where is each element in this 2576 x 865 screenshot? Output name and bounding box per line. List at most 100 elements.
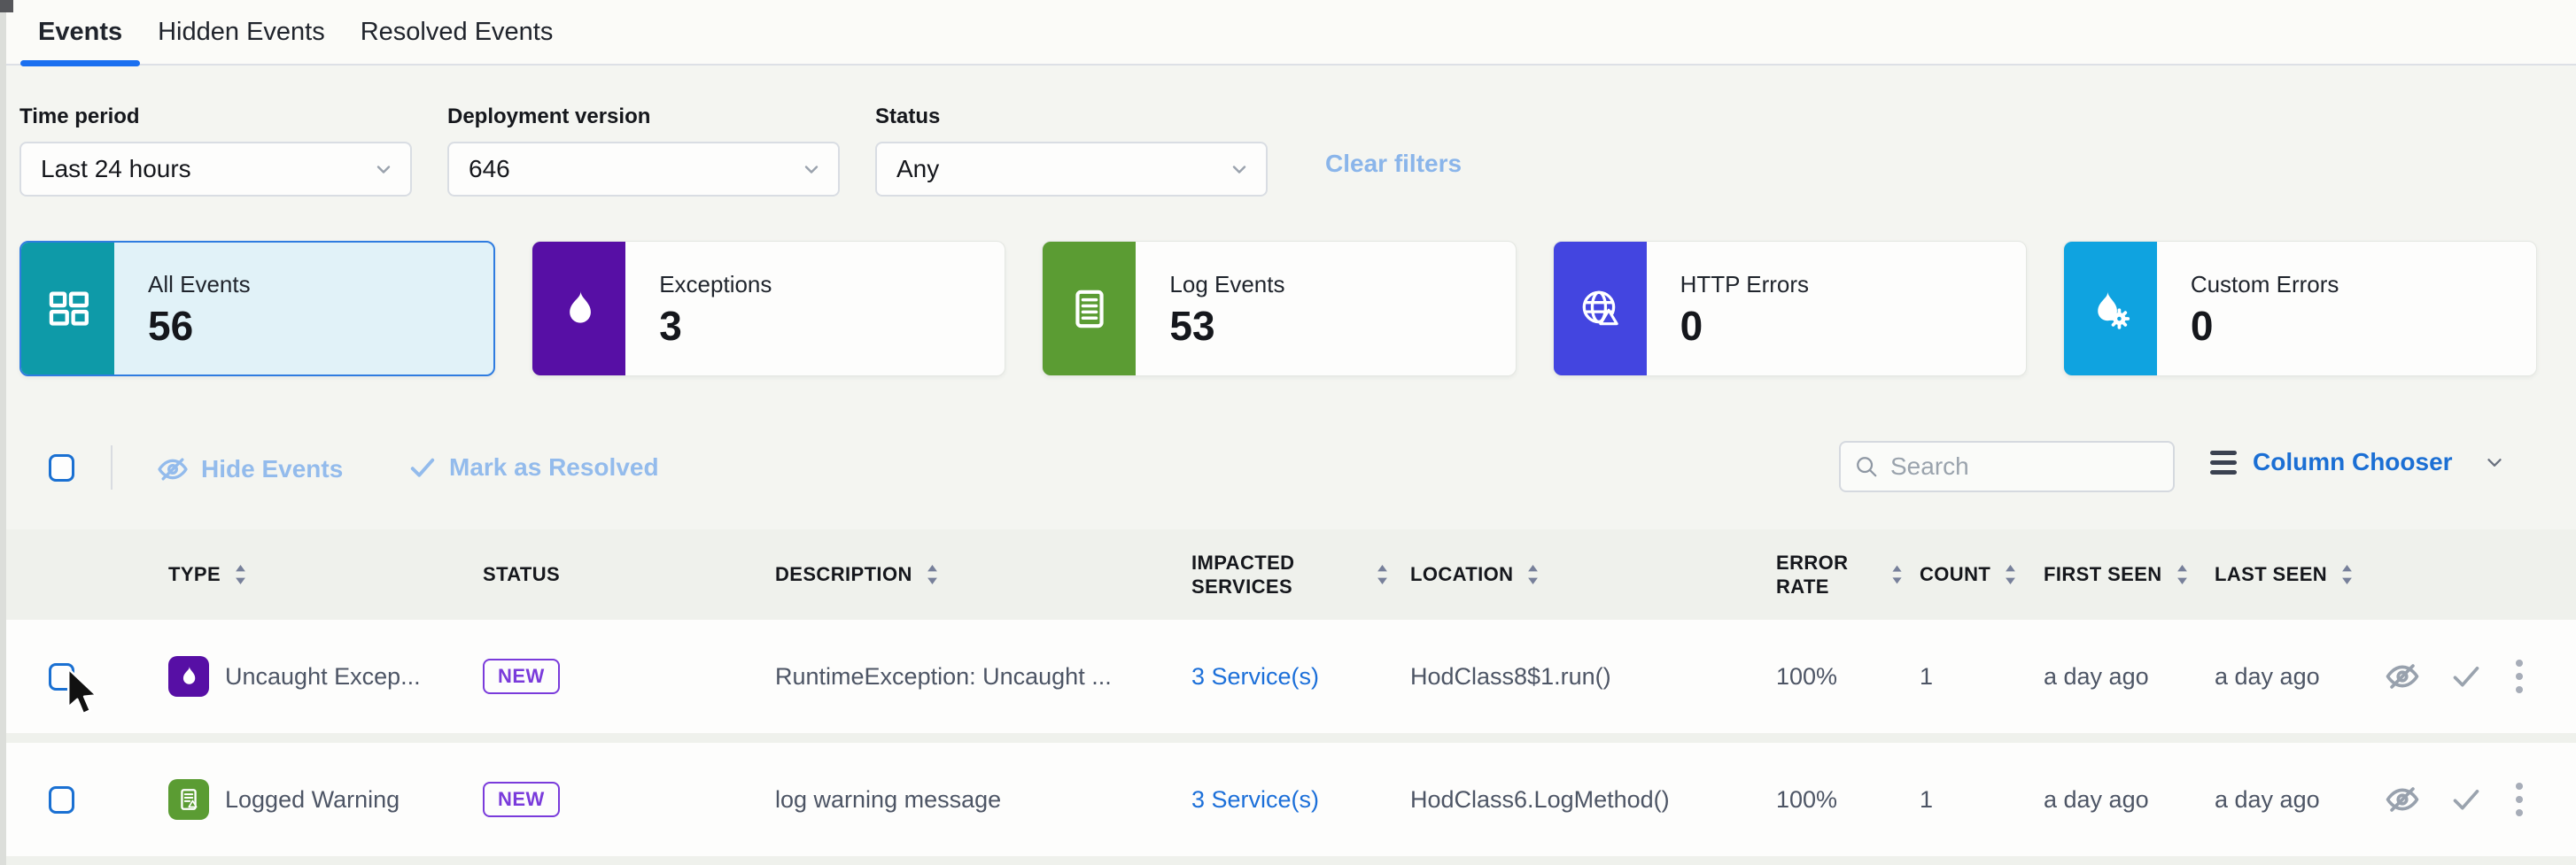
table-row: Logged Warning NEW log warning message 3… [0,743,2576,856]
card-all-events-label: All Events [148,271,251,298]
filter-deployment-version: Deployment version 646 [447,104,840,197]
mark-as-resolved-label: Mark as Resolved [449,453,659,482]
hide-event-icon[interactable] [2383,780,2422,819]
status-value: Any [896,155,939,183]
log-warning-icon [176,787,201,812]
mark-as-resolved-button[interactable]: Mark as Resolved [407,452,659,483]
screen-left-edge [0,0,6,865]
tab-events[interactable]: Events [20,0,140,65]
tab-bar: Events Hidden Events Resolved Events [0,0,2576,66]
card-log-events-label: Log Events [1169,271,1284,298]
sort-arrows-icon [2175,562,2190,587]
card-all-events-count: 56 [148,305,251,346]
check-icon [2448,659,2484,694]
card-http-errors[interactable]: HTTP Errors 0 [1553,241,2027,376]
tab-hidden-events[interactable]: Hidden Events [140,0,343,65]
select-all-checkbox[interactable] [49,454,74,482]
search-box [1839,441,2175,492]
column-header-description[interactable]: DESCRIPTION [757,562,1169,587]
exception-flame-icon [176,664,201,689]
sort-arrows-icon [1890,562,1904,587]
card-http-errors-count: 0 [1680,305,1809,346]
card-http-errors-label: HTTP Errors [1680,271,1809,298]
event-last-seen: a day ago [2197,663,2356,691]
hide-events-button[interactable]: Hide Events [155,452,343,487]
deployment-version-label: Deployment version [447,104,840,129]
event-first-seen: a day ago [2029,663,2197,691]
time-period-label: Time period [19,104,412,129]
filter-status: Status Any [875,104,1268,197]
card-custom-errors-label: Custom Errors [2191,271,2339,298]
sort-arrows-icon [233,562,248,587]
status-label: Status [875,104,1268,129]
resolve-event-icon[interactable] [2448,659,2484,694]
filters-row: Time period Last 24 hours Deployment ver… [19,104,1462,197]
tab-resolved-events[interactable]: Resolved Events [343,0,571,65]
column-header-location[interactable]: LOCATION [1395,562,1763,587]
status-select[interactable]: Any [875,142,1268,197]
screen-corner-artifact [0,0,13,12]
sort-arrows-icon [1375,562,1390,587]
gear-icon [2111,310,2129,328]
table-row: Uncaught Excep... NEW RuntimeException: … [0,620,2576,733]
card-exceptions[interactable]: Exceptions 3 [531,241,1005,376]
event-description: log warning message [757,786,1169,814]
log-document-icon [1067,287,1112,331]
column-header-type[interactable]: TYPE [133,562,447,587]
card-log-events[interactable]: Log Events 53 [1042,241,1516,376]
row-checkbox[interactable] [49,663,74,691]
event-type-label: Logged Warning [225,786,400,814]
filter-time-period: Time period Last 24 hours [19,104,412,197]
impacted-services-link[interactable]: 3 Service(s) [1191,786,1319,813]
sort-arrows-icon [925,562,940,587]
status-badge: NEW [483,782,560,817]
events-table: TYPE STATUS DESCRIPTION IMPACTED SERVICE… [0,529,2576,865]
active-tab-underline [20,60,140,66]
eye-slash-icon [2383,657,2422,696]
clear-filters-link[interactable]: Clear filters [1325,150,1462,178]
eye-slash-icon [2383,780,2422,819]
tab-hidden-events-label: Hidden Events [158,18,325,47]
event-last-seen: a day ago [2197,786,2356,814]
card-custom-errors-count: 0 [2191,305,2339,346]
row-menu-kebab-icon[interactable] [2516,783,2523,816]
card-all-events[interactable]: All Events 56 [19,241,495,376]
chevron-down-icon [2483,451,2506,474]
search-input[interactable] [1890,452,2147,481]
card-custom-errors[interactable]: Custom Errors 0 [2063,241,2537,376]
deployment-version-select[interactable]: 646 [447,142,840,197]
event-description: RuntimeException: Uncaught ... [757,663,1169,691]
row-menu-kebab-icon[interactable] [2516,660,2523,693]
column-header-impacted-services[interactable]: IMPACTED SERVICES [1169,551,1395,599]
column-header-status[interactable]: STATUS [447,562,757,587]
column-header-last-seen[interactable]: LAST SEEN [2197,562,2356,587]
card-exceptions-count: 3 [659,305,772,346]
card-exceptions-label: Exceptions [659,271,772,298]
eye-slash-icon [155,452,190,487]
chevron-down-icon [373,158,394,180]
check-icon [407,452,438,483]
check-icon [2448,782,2484,817]
deployment-version-value: 646 [469,155,510,183]
column-header-error-rate[interactable]: ERROR RATE [1763,551,1909,599]
time-period-select[interactable]: Last 24 hours [19,142,412,197]
row-checkbox[interactable] [49,786,74,814]
resolve-event-icon[interactable] [2448,782,2484,817]
event-location: HodClass8$1.run() [1395,663,1763,691]
tab-events-label: Events [38,18,122,47]
summary-cards: All Events 56 Exceptions 3 [19,241,2537,376]
column-header-count[interactable]: COUNT [1909,562,2029,587]
card-log-events-count: 53 [1169,305,1284,346]
impacted-services-link[interactable]: 3 Service(s) [1191,663,1319,690]
hide-event-icon[interactable] [2383,657,2422,696]
column-chooser-button[interactable]: Column Chooser [2210,448,2506,476]
event-error-rate: 100% [1763,663,1909,691]
event-count: 1 [1909,663,2029,691]
sort-arrows-icon [1525,562,1540,587]
chevron-down-icon [1229,158,1250,180]
event-error-rate: 100% [1763,786,1909,814]
sort-arrows-icon [2339,562,2355,587]
column-header-first-seen[interactable]: FIRST SEEN [2029,562,2197,587]
table-toolbar: Hide Events Mark as Resolved Column Choo… [0,441,2576,494]
flame-icon [557,287,601,331]
